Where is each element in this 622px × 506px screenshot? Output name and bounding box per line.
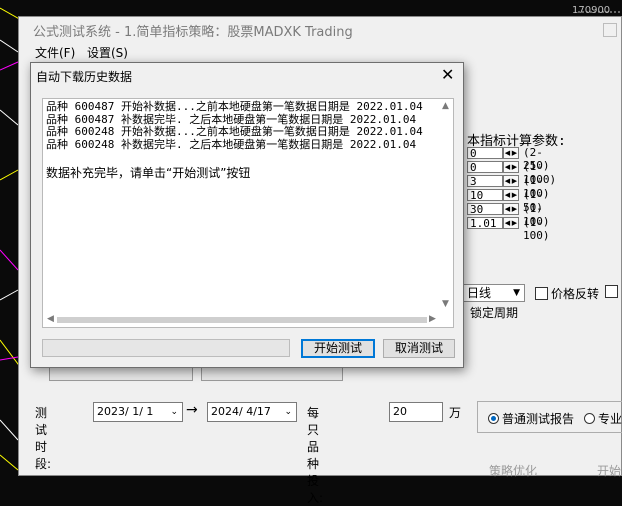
start-button-main[interactable]: 开始 xyxy=(597,462,621,479)
strategy-optimize-button[interactable]: 策略优化 xyxy=(489,462,537,479)
vertical-scrollbar[interactable]: ▲ ▼ xyxy=(439,99,453,315)
menu-bar: 文件(F) 设置(S) xyxy=(19,42,622,62)
spin-right-icon[interactable]: ▶ xyxy=(511,190,518,200)
report-type-group: 普通测试报告 专业 xyxy=(477,401,622,433)
end-date-picker[interactable]: 2024/ 4/17 ⌄ xyxy=(207,402,297,422)
log-textarea[interactable]: 品种 600487 开始补数据...之前本地硬盘第一笔数据日期是 2022.01… xyxy=(42,98,454,328)
lock-cycle-button[interactable]: 锁定周期 xyxy=(463,304,525,322)
param-value-input[interactable]: 0 xyxy=(467,147,503,160)
log-lines: 品种 600487 开始补数据...之前本地硬盘第一笔数据日期是 2022.01… xyxy=(46,100,423,151)
chevron-down-icon: ⌄ xyxy=(170,407,178,417)
radio-selected-icon xyxy=(488,413,499,424)
scroll-up-icon[interactable]: ▲ xyxy=(442,101,449,111)
scroll-left-icon[interactable]: ◀ xyxy=(47,314,54,324)
param-value-input[interactable]: 0 xyxy=(467,161,503,174)
param-value-input[interactable]: 30 xyxy=(467,203,503,216)
radio-icon xyxy=(584,413,595,424)
cycle-select-value: 日线 xyxy=(467,286,492,300)
start-date-picker[interactable]: 2023/ 1/ 1 ⌄ xyxy=(93,402,183,422)
menu-settings[interactable]: 设置(S) xyxy=(87,44,128,61)
param-value-input[interactable]: 1.01 xyxy=(467,217,503,230)
maximize-icon[interactable] xyxy=(603,23,617,37)
param-spinner[interactable]: ◀ ▶ xyxy=(503,203,519,215)
end-date-value: 2024/ 4/17 xyxy=(211,405,271,418)
test-period-label: 测试时段: xyxy=(35,406,52,471)
spin-left-icon[interactable]: ◀ xyxy=(504,148,511,158)
log-line: 品种 600487 开始补数据...之前本地硬盘第一笔数据日期是 2022.01… xyxy=(46,100,423,113)
checkbox-box xyxy=(535,287,548,300)
price-reverse-label: 价格反转 xyxy=(551,287,600,301)
horizontal-scrollbar[interactable]: ◀ ▶ xyxy=(43,313,441,327)
invest-input[interactable]: 20 xyxy=(389,402,443,422)
normal-report-label: 普通测试报告 xyxy=(502,412,575,426)
main-window-title: 公式测试系统 - 1.简单指标策略：股票MADXK Trading xyxy=(33,25,353,40)
price-reverse-checkbox[interactable]: 价格反转 xyxy=(535,285,599,302)
param-spinner[interactable]: ◀ ▶ xyxy=(503,147,519,159)
param-spinner[interactable]: ◀ ▶ xyxy=(503,217,519,229)
invest-unit: 万 xyxy=(449,406,462,420)
date-range-arrow: → xyxy=(186,402,198,418)
spin-right-icon[interactable]: ▶ xyxy=(511,204,518,214)
param-value-input[interactable]: 10 xyxy=(467,189,503,202)
spin-left-icon[interactable]: ◀ xyxy=(504,176,511,186)
invest-label: 每只品种投入: xyxy=(307,406,324,505)
param-spinner[interactable]: ◀ ▶ xyxy=(503,189,519,201)
close-icon[interactable]: ✕ xyxy=(441,65,454,84)
start-date-value: 2023/ 1/ 1 xyxy=(97,405,154,418)
chevron-down-icon: ▼ xyxy=(513,288,520,298)
normal-report-radio[interactable]: 普通测试报告 xyxy=(488,410,574,427)
progress-bar xyxy=(42,339,290,357)
spin-left-icon[interactable]: ◀ xyxy=(504,204,511,214)
spin-right-icon[interactable]: ▶ xyxy=(511,176,518,186)
spin-left-icon[interactable]: ◀ xyxy=(504,218,511,228)
cancel-test-button[interactable]: 取消测试 xyxy=(383,339,455,358)
param-spinner[interactable]: ◀ ▶ xyxy=(503,161,519,173)
log-line: 品种 600248 补数据完毕. 之后本地硬盘第一笔数据日期是 2022.01.… xyxy=(46,137,417,151)
chevron-down-icon: ⌄ xyxy=(284,407,292,417)
price-axis-label: 170900 xyxy=(572,5,611,16)
scroll-down-icon[interactable]: ▼ xyxy=(442,299,449,309)
spin-left-icon[interactable]: ◀ xyxy=(504,190,511,200)
start-test-button[interactable]: 开始测试 xyxy=(301,339,375,358)
pro-report-radio[interactable]: 专业 xyxy=(584,410,622,427)
scroll-thumb[interactable] xyxy=(57,317,427,323)
scroll-right-icon[interactable]: ▶ xyxy=(429,314,436,324)
spin-left-icon[interactable]: ◀ xyxy=(504,162,511,172)
menu-file[interactable]: 文件(F) xyxy=(35,44,75,61)
spin-right-icon[interactable]: ▶ xyxy=(511,162,518,172)
pro-report-label: 专业 xyxy=(598,412,622,426)
log-message: 数据补充完毕，请单击“开始测试”按钮 xyxy=(46,166,251,180)
download-dialog: 自动下载历史数据 ✕ 品种 600487 开始补数据...之前本地硬盘第一笔数据… xyxy=(30,62,464,368)
param-value-input[interactable]: 3 xyxy=(467,175,503,188)
cycle-select[interactable]: 日线 ▼ xyxy=(463,284,525,302)
spin-right-icon[interactable]: ▶ xyxy=(511,148,518,158)
param-range: (1-100) xyxy=(523,216,550,242)
param-spinner[interactable]: ◀ ▶ xyxy=(503,175,519,187)
dialog-title: 自动下载历史数据 xyxy=(36,70,133,84)
checkbox-box xyxy=(605,285,618,298)
second-checkbox[interactable] xyxy=(605,285,618,298)
log-line: 品种 600248 开始补数据...之前本地硬盘第一笔数据日期是 2022.01… xyxy=(46,125,423,138)
spin-right-icon[interactable]: ▶ xyxy=(511,218,518,228)
